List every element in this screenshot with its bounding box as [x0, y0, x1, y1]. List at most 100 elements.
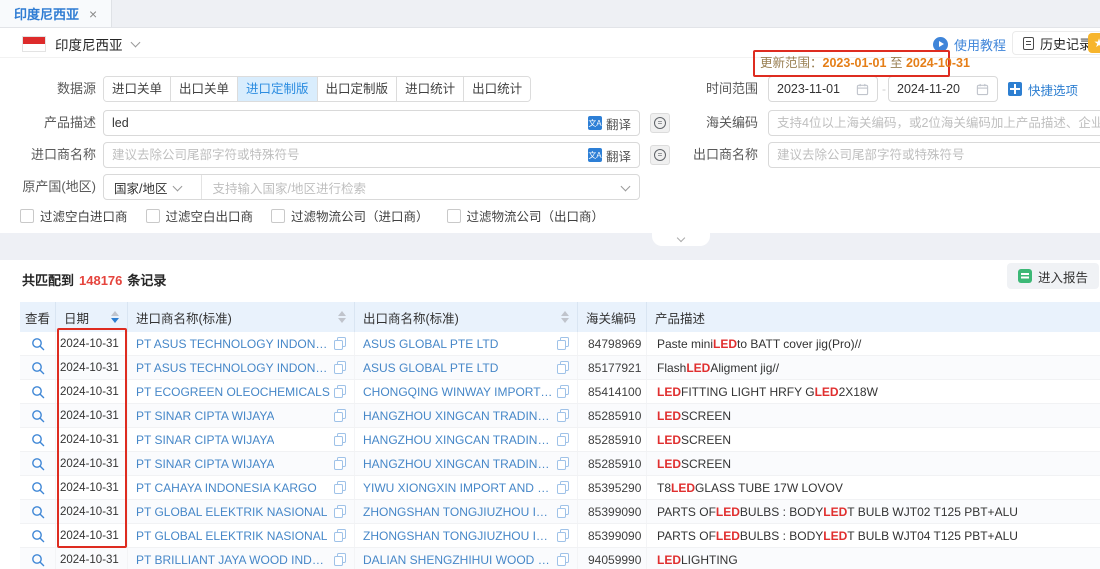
datasource-tab[interactable]: 进口统计 [396, 77, 463, 101]
copy-button[interactable] [334, 337, 346, 350]
vip-icon[interactable]: ★ [1088, 33, 1100, 53]
origin-type-select[interactable]: 国家/地区 [104, 175, 202, 199]
calendar-icon[interactable] [976, 83, 989, 96]
exporter-link[interactable]: HANGZHOU XINGCAN TRADING CO LTD [363, 409, 553, 423]
tab-indonesia[interactable]: 印度尼西亚 × [0, 0, 112, 27]
view-record-button[interactable] [20, 428, 56, 451]
copy-button[interactable] [334, 505, 346, 518]
exporter-link[interactable]: ZHONGSHAN TONGJIUZHOU INTERNA... [363, 529, 553, 543]
copy-button[interactable] [557, 361, 569, 374]
calendar-icon[interactable] [856, 83, 869, 96]
checkbox-icon[interactable] [20, 209, 34, 223]
checkbox-icon[interactable] [447, 209, 461, 223]
column-header[interactable]: 进口商名称(标准) [128, 302, 355, 332]
copy-button[interactable] [557, 337, 569, 350]
copy-button[interactable] [557, 409, 569, 422]
country-selector[interactable]: 印度尼西亚 [22, 34, 139, 54]
quick-options-button[interactable]: 快捷选项 [1008, 76, 1078, 102]
view-record-button[interactable] [20, 332, 56, 355]
copy-button[interactable] [334, 529, 346, 542]
exporter-link[interactable]: ASUS GLOBAL PTE LTD [363, 337, 498, 351]
importer-link[interactable]: PT BRILLIANT JAYA WOOD INDUSTRY [136, 553, 330, 567]
translate-button[interactable]: 翻译 [580, 114, 639, 133]
checkbox-icon[interactable] [271, 209, 285, 223]
product-desc-field[interactable]: 翻译 [103, 110, 640, 136]
exporter-name-input[interactable] [768, 142, 1100, 168]
copy-button[interactable] [334, 433, 346, 446]
importer-link[interactable]: PT CAHAYA INDONESIA KARGO [136, 481, 317, 495]
copy-button[interactable] [557, 433, 569, 446]
copy-button[interactable] [557, 553, 569, 566]
view-record-button[interactable] [20, 476, 56, 499]
history-button[interactable]: 历史记录 [1012, 31, 1100, 55]
exporter-link[interactable]: HANGZHOU XINGCAN TRADING CO LTD [363, 433, 553, 447]
view-record-button[interactable] [20, 380, 56, 403]
origin-search-placeholder[interactable]: 支持输入国家/地区进行检索 [202, 178, 622, 197]
enter-report-button[interactable]: 进入报告 [1007, 263, 1099, 289]
copy-button[interactable] [334, 409, 346, 422]
copy-button[interactable] [557, 505, 569, 518]
importer-name-field[interactable]: 翻译 [103, 142, 640, 168]
datasource-tab[interactable]: 进口关单 [104, 77, 170, 101]
copy-button[interactable] [334, 385, 346, 398]
view-record-button[interactable] [20, 548, 56, 569]
chevron-down-icon [130, 37, 140, 47]
collapse-panel-button[interactable] [652, 233, 710, 246]
view-record-button[interactable] [20, 356, 56, 379]
copy-button[interactable] [557, 457, 569, 470]
filter-checkbox[interactable]: 过滤空白进口商 [20, 206, 128, 225]
sort-icon[interactable] [338, 311, 346, 323]
close-icon[interactable]: × [89, 7, 97, 21]
importer-link[interactable]: PT SINAR CIPTA WIJAYA [136, 433, 274, 447]
date-from-input[interactable] [777, 82, 850, 96]
exporter-link[interactable]: ASUS GLOBAL PTE LTD [363, 361, 498, 375]
filter-checkbox-row: 过滤空白进口商过滤空白出口商过滤物流公司（进口商） 过滤物流公司（出口商） [20, 206, 604, 225]
date-to-field[interactable] [888, 76, 998, 102]
keyword-highlight: LED [657, 409, 681, 423]
importer-link[interactable]: PT SINAR CIPTA WIJAYA [136, 457, 274, 471]
view-record-button[interactable] [20, 500, 56, 523]
date-to-input[interactable] [897, 82, 970, 96]
view-record-button[interactable] [20, 404, 56, 427]
exporter-link[interactable]: CHONGQING WINWAY IMPORT AND E... [363, 385, 553, 399]
filter-checkbox[interactable]: 过滤物流公司（出口商） [447, 206, 605, 225]
importer-link[interactable]: PT GLOBAL ELEKTRIK NASIONAL [136, 529, 327, 543]
copy-button[interactable] [557, 385, 569, 398]
importer-cell: PT SINAR CIPTA WIJAYA [128, 404, 355, 427]
copy-button[interactable] [557, 481, 569, 494]
filter-checkbox[interactable]: 过滤物流公司（进口商） [271, 206, 429, 225]
importer-link[interactable]: PT ASUS TECHNOLOGY INDONESIA BA... [136, 361, 330, 375]
exporter-link[interactable]: HANGZHOU XINGCAN TRADING CO LTD [363, 457, 553, 471]
importer-name-input[interactable] [104, 148, 580, 162]
exporter-link[interactable]: DALIAN SHENGZHIHUI WOOD INDUST... [363, 553, 553, 567]
sort-icon[interactable] [111, 311, 119, 323]
view-record-button[interactable] [20, 524, 56, 547]
filter-checkbox[interactable]: 过滤空白出口商 [146, 206, 254, 225]
origin-country-field[interactable]: 国家/地区 支持输入国家/地区进行检索 [103, 174, 640, 200]
sort-icon[interactable] [561, 311, 569, 323]
column-header[interactable]: 出口商名称(标准) [355, 302, 578, 332]
column-header[interactable]: 日期 [56, 302, 128, 332]
copy-button[interactable] [334, 361, 346, 374]
exporter-link[interactable]: ZHONGSHAN TONGJIUZHOU INTERNA... [363, 505, 553, 519]
date-from-field[interactable] [768, 76, 878, 102]
importer-link[interactable]: PT SINAR CIPTA WIJAYA [136, 409, 274, 423]
copy-button[interactable] [334, 481, 346, 494]
datasource-tab[interactable]: 出口定制版 [317, 77, 397, 101]
datasource-tab[interactable]: 出口关单 [170, 77, 237, 101]
datasource-tab[interactable]: 进口定制版 [237, 77, 317, 101]
view-record-button[interactable] [20, 452, 56, 475]
importer-link[interactable]: PT ASUS TECHNOLOGY INDONESIA BA... [136, 337, 330, 351]
copy-button[interactable] [334, 553, 346, 566]
product-desc-input[interactable] [104, 116, 580, 130]
datasource-tab[interactable]: 出口统计 [463, 77, 530, 101]
exporter-link[interactable]: YIWU XIONGXIN IMPORT AND EXPORT... [363, 481, 553, 495]
importer-link[interactable]: PT GLOBAL ELEKTRIK NASIONAL [136, 505, 327, 519]
checkbox-icon[interactable] [146, 209, 160, 223]
copy-button[interactable] [334, 457, 346, 470]
importer-link[interactable]: PT ECOGREEN OLEOCHEMICALS [136, 385, 330, 399]
translate-button[interactable]: 翻译 [580, 146, 639, 165]
hs-code-input[interactable] [768, 110, 1100, 136]
magnifier-icon [31, 433, 45, 447]
copy-button[interactable] [557, 529, 569, 542]
